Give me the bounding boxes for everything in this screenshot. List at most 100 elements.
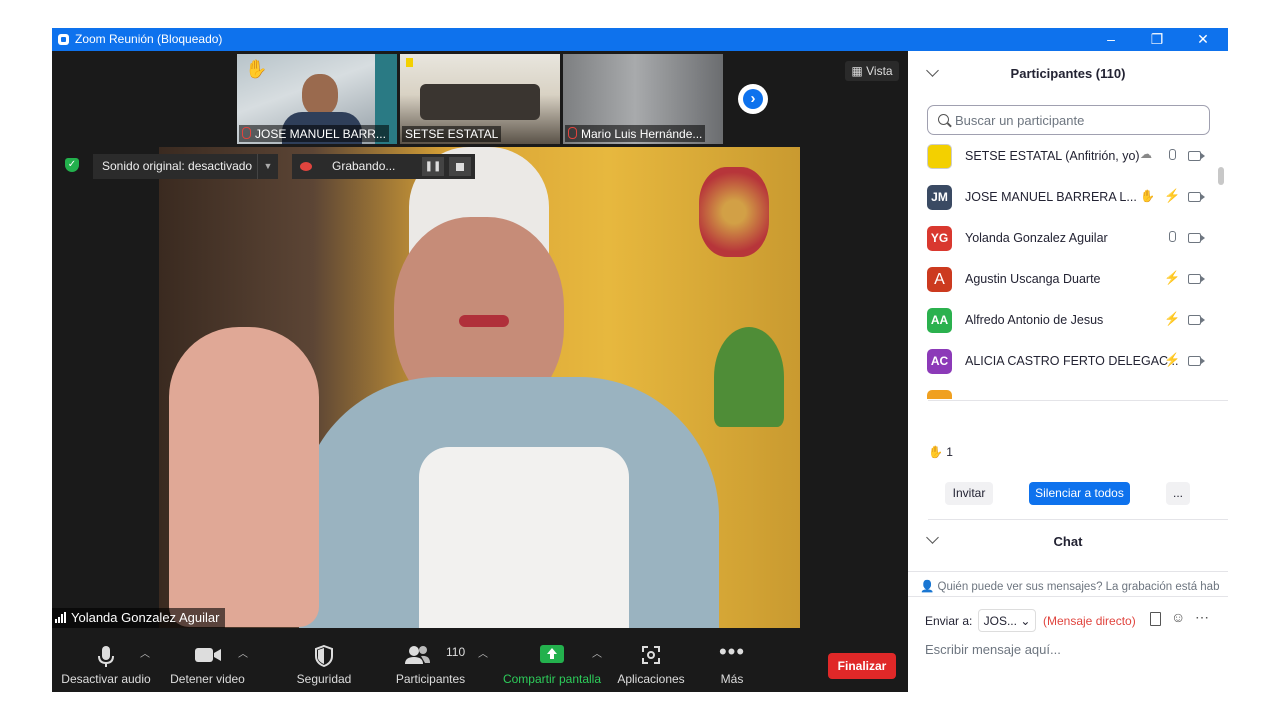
participants-icon — [404, 645, 431, 668]
person-lips — [459, 315, 509, 327]
logo-icon — [406, 58, 413, 67]
video-camera-icon[interactable] — [1188, 192, 1205, 202]
stop-video-button[interactable]: Detener video — [160, 635, 255, 692]
mic-muted-icon — [242, 127, 251, 139]
shield-icon[interactable]: ✓ — [65, 158, 79, 172]
emoji-icon[interactable]: ☺ — [1171, 609, 1185, 625]
participants-count: 110 — [446, 645, 466, 659]
thumbnail-name: SETSE ESTATAL — [402, 126, 502, 142]
end-meeting-button[interactable]: Finalizar — [828, 653, 896, 679]
microphone-icon — [96, 645, 116, 672]
minimize-button[interactable]: – — [1088, 28, 1134, 51]
mic-muted-icon[interactable]: ⚡ — [1164, 188, 1180, 204]
participant-row[interactable]: A Agustin Uscanga Duarte ⚡ — [908, 259, 1220, 300]
video-thumbnail-mario[interactable]: Mario Luis Hernánde... — [563, 54, 723, 144]
window-title: Zoom Reunión (Bloqueado) — [75, 32, 223, 46]
raised-hand-icon: ✋ — [1140, 189, 1155, 203]
share-screen-icon — [540, 645, 564, 666]
participants-header: Participantes (110) — [908, 51, 1228, 95]
chevron-up-icon[interactable]: ︿ — [478, 645, 488, 660]
share-screen-button[interactable]: Compartir pantalla — [498, 635, 606, 692]
chat-info-banner[interactable]: 👤 Quién puede ver sus mensajes? La graba… — [920, 579, 1220, 593]
side-panel: Participantes (110) Buscar un participan… — [908, 51, 1228, 692]
chat-message-input[interactable]: Escribir mensaje aquí... — [925, 642, 1061, 657]
participant-row[interactable]: SETSE ESTATAL (Anfitrión, yo) ☁ — [908, 141, 1220, 177]
mic-muted-icon — [568, 127, 577, 139]
participant-row[interactable]: AA Alfredo Antonio de Jesus ⚡ — [908, 300, 1220, 341]
title-bar: Zoom Reunión (Bloqueado) – ❐ ✕ — [52, 28, 1228, 51]
chat-title: Chat — [1053, 534, 1083, 549]
send-to-label: Enviar a: — [925, 614, 973, 628]
more-button[interactable]: ••• Más — [707, 635, 757, 692]
mute-all-button[interactable]: Silenciar a todos — [1029, 482, 1130, 505]
participants-button[interactable]: 110 Participantes — [388, 635, 473, 692]
apps-button[interactable]: Aplicaciones — [612, 635, 690, 692]
avatar — [927, 144, 952, 169]
more-options-icon[interactable]: ⋯ — [1195, 609, 1209, 626]
restore-button[interactable]: ❐ — [1134, 28, 1180, 51]
recording-indicator: Grabando... ❚❚ — [292, 154, 475, 179]
chevron-up-icon[interactable]: ︿ — [140, 645, 150, 660]
recording-icon — [300, 162, 312, 171]
plant — [714, 327, 784, 427]
security-shield-icon — [314, 644, 334, 670]
next-page-button[interactable]: › — [738, 84, 768, 114]
video-camera-icon[interactable] — [1188, 315, 1205, 325]
person-icon: 👤 — [920, 581, 935, 593]
close-button[interactable]: ✕ — [1180, 28, 1226, 51]
stop-recording-button[interactable] — [449, 157, 471, 176]
avatar: YG — [927, 226, 952, 251]
chevron-right-icon: › — [750, 90, 756, 107]
divider — [908, 571, 1228, 572]
avatar: AC — [927, 349, 952, 374]
more-dots-icon: ••• — [718, 639, 746, 664]
avatar: A — [927, 267, 952, 292]
video-thumbnail-setse[interactable]: SETSE ESTATAL — [400, 54, 560, 144]
invite-button[interactable]: Invitar — [945, 482, 993, 505]
chevron-down-icon[interactable]: ▼ — [257, 154, 278, 179]
main-video — [159, 147, 800, 628]
original-sound-button[interactable]: Sonido original: desactivado ▼ — [93, 154, 278, 179]
chevron-up-icon[interactable]: ︿ — [238, 645, 248, 660]
meeting-table — [420, 84, 540, 120]
zoom-window: Zoom Reunión (Bloqueado) – ❐ ✕ ✋ JOSE MA… — [52, 28, 1228, 692]
divider — [928, 400, 1228, 401]
file-icon[interactable] — [1150, 612, 1161, 626]
apps-icon — [641, 645, 661, 668]
security-button[interactable]: Seguridad — [284, 635, 364, 692]
participant-row[interactable]: YG Yolanda Gonzalez Aguilar — [908, 218, 1220, 259]
direct-message-label: (Mensaje directo) — [1043, 614, 1136, 628]
avatar — [927, 390, 952, 399]
microphone-icon[interactable] — [1169, 149, 1176, 160]
participant-list: SETSE ESTATAL (Anfitrión, yo) ☁ JM JOSE … — [908, 141, 1220, 399]
mic-muted-icon[interactable]: ⚡ — [1164, 352, 1180, 368]
mic-muted-icon[interactable]: ⚡ — [1164, 311, 1180, 327]
chevron-up-icon[interactable]: ︿ — [592, 645, 602, 660]
mic-muted-icon[interactable]: ⚡ — [1164, 270, 1180, 286]
white-shirt — [419, 447, 629, 628]
signal-bars-icon — [55, 612, 67, 623]
avatar: AA — [927, 308, 952, 333]
video-thumbnail-jose[interactable]: ✋ JOSE MANUEL BARR... — [237, 54, 397, 144]
search-icon — [938, 114, 949, 125]
participant-row[interactable] — [908, 382, 1220, 399]
participant-row[interactable]: AC ALICIA CASTRO FERTO DELEGAC... ⚡ — [908, 341, 1220, 382]
meeting-toolbar: Desactivar audio ︿ Detener video ︿ Segur… — [52, 635, 908, 692]
participants-more-button[interactable]: ... — [1166, 482, 1190, 505]
pause-recording-button[interactable]: ❚❚ — [422, 157, 444, 176]
video-camera-icon[interactable] — [1188, 233, 1205, 243]
video-camera-icon[interactable] — [1188, 274, 1205, 284]
video-camera-icon[interactable] — [1188, 151, 1205, 161]
video-camera-icon — [194, 645, 222, 668]
participants-title: Participantes (110) — [1010, 66, 1126, 81]
participant-row[interactable]: JM JOSE MANUEL BARRERA L... ✋ ⚡ — [908, 177, 1220, 218]
mute-audio-button[interactable]: Desactivar audio — [56, 635, 156, 692]
participant-search-input[interactable]: Buscar un participante — [927, 105, 1210, 135]
send-to-select[interactable]: JOS... ⌄ — [978, 609, 1036, 632]
microphone-icon[interactable] — [1169, 231, 1176, 242]
video-camera-icon[interactable] — [1188, 356, 1205, 366]
participant-list-scrollbar[interactable] — [1218, 167, 1224, 185]
divider — [908, 596, 1228, 597]
view-button[interactable]: ▦ Vista — [845, 61, 899, 81]
christmas-decoration — [699, 167, 769, 257]
